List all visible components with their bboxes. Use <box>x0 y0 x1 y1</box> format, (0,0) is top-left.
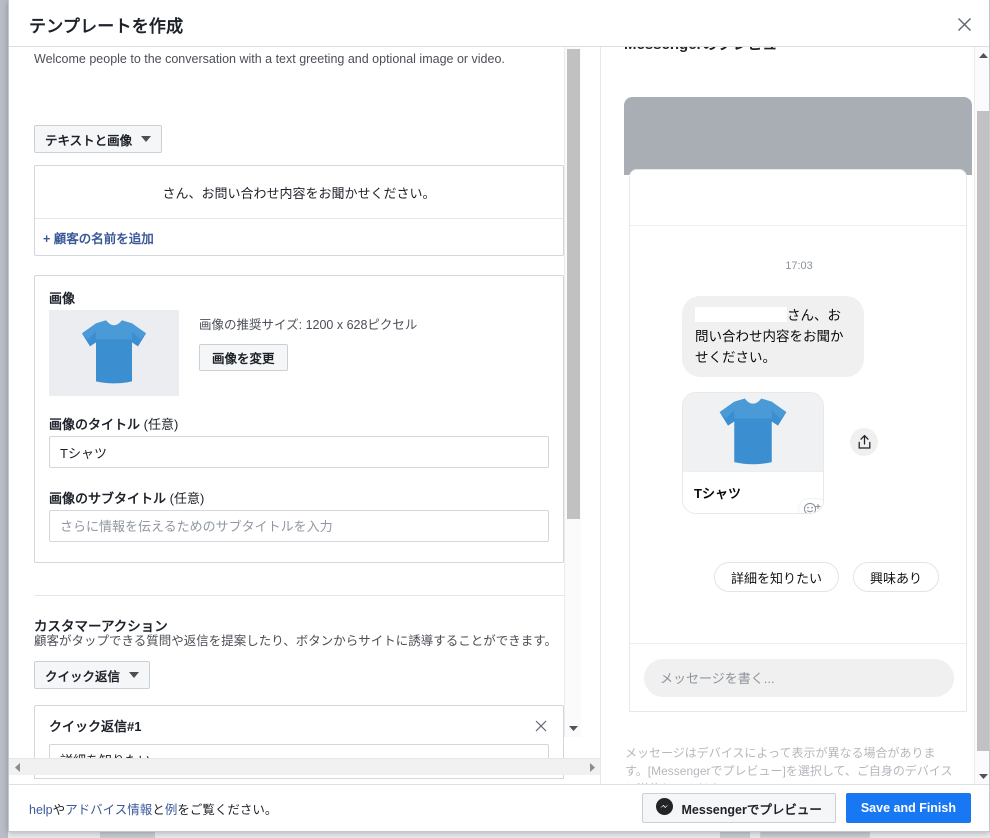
scrollbar-thumb[interactable] <box>977 111 989 751</box>
add-customer-name-row: + 顧客の名前を追加 <box>35 219 563 255</box>
footer-text: と <box>152 803 165 817</box>
editor-panel: Welcome people to the conversation with … <box>9 47 601 785</box>
scroll-right-icon[interactable] <box>584 759 600 776</box>
section-divider <box>34 595 564 596</box>
greeting-box: さん、お問い合わせ内容をお聞かせください。 + 顧客の名前を追加 <box>34 165 564 256</box>
background-left-strip <box>0 0 8 838</box>
messenger-icon <box>655 798 673 818</box>
preview-panel: Messengerのプレビュー 17:03 さん、お問い合わせ内容をお聞かせくだ… <box>602 47 989 785</box>
footer-text: をご覧ください。 <box>177 803 278 817</box>
editor-scroll-content: Welcome people to the conversation with … <box>9 47 581 779</box>
image-section-label: 画像 <box>49 291 76 306</box>
chat-message-bubble: さん、お問い合わせ内容をお聞かせください。 <box>682 296 864 377</box>
scroll-down-icon[interactable] <box>565 720 582 737</box>
image-title-label-main: 画像のタイトル <box>49 417 141 432</box>
quick-reply-chip[interactable]: 詳細を知りたい <box>713 562 839 592</box>
remove-quick-reply-icon[interactable] <box>533 718 549 734</box>
scroll-up-icon[interactable] <box>975 47 989 64</box>
help-link[interactable]: help <box>29 803 53 817</box>
customer-action-type-label: クイック返信 <box>45 669 121 684</box>
preview-title: Messengerのプレビュー <box>624 47 792 54</box>
redacted-name-placeholder <box>695 307 787 322</box>
advice-link[interactable]: アドバイス情報 <box>65 803 152 817</box>
preview-in-messenger-button[interactable]: Messengerでプレビュー <box>641 793 836 823</box>
image-subtitle-input[interactable] <box>49 510 549 542</box>
page-title: テンプレートを作成 <box>29 17 184 36</box>
quick-reply-chip[interactable]: 興味あり <box>853 562 940 592</box>
scrollbar-thumb[interactable] <box>26 761 566 774</box>
image-title-label: 画像のタイトル (任意) <box>49 414 178 433</box>
customer-action-title: カスタマーアクション <box>34 619 168 634</box>
chat-timestamp: 17:03 <box>785 260 813 272</box>
customer-action-type-select[interactable]: クイック返信 <box>34 661 151 689</box>
footer-actions: Messengerでプレビュー Save and Finish <box>641 793 971 823</box>
image-title-input[interactable] <box>49 436 549 468</box>
editor-vertical-scrollbar[interactable] <box>564 47 581 737</box>
phone-preview: 17:03 さん、お問い合わせ内容をお聞かせください。 Tシャツ 詳細を知りたい… <box>624 97 972 717</box>
examples-link[interactable]: 例 <box>165 803 178 817</box>
image-section: 画像 画像の推奨サイズ: 1200 x 628ピクセル 画像を変更 画像のタイト… <box>34 275 564 563</box>
quick-reply-header: クイック返信#1 <box>49 716 549 735</box>
image-subtitle-label-main: 画像のサブタイトル <box>49 491 167 506</box>
image-title-label-optional: (任意) <box>140 417 179 432</box>
image-thumbnail[interactable] <box>49 310 179 396</box>
close-icon[interactable] <box>949 10 979 38</box>
greeting-text[interactable]: さん、お問い合わせ内容をお聞かせください。 <box>35 166 563 218</box>
intro-text: Welcome people to the conversation with … <box>34 52 505 66</box>
create-template-dialog: テンプレートを作成 Welcome people to the conversa… <box>8 0 990 832</box>
add-customer-name-link[interactable]: + 顧客の名前を追加 <box>43 228 154 247</box>
chat-header-strip <box>630 170 966 226</box>
change-image-button[interactable]: 画像を変更 <box>199 344 288 371</box>
message-format-select[interactable]: テキストと画像 <box>34 125 163 153</box>
image-subtitle-label: 画像のサブタイトル (任意) <box>49 488 204 507</box>
chat-composer-input[interactable]: メッセージを書く... <box>644 658 954 697</box>
preview-quick-replies: 詳細を知りたい 興味あり <box>630 562 966 592</box>
dialog-body: Welcome people to the conversation with … <box>9 47 989 796</box>
dialog-footer: helpやアドバイス情報と例をご覧ください。 Messengerでプレビュー S… <box>9 784 989 831</box>
scrollbar-thumb[interactable] <box>567 49 580 519</box>
save-and-finish-button[interactable]: Save and Finish <box>845 793 971 823</box>
scroll-left-icon[interactable] <box>9 759 26 776</box>
dialog-header: テンプレートを作成 <box>9 0 989 47</box>
phone-top-bar <box>624 97 972 175</box>
image-row: 画像の推奨サイズ: 1200 x 628ピクセル 画像を変更 <box>49 310 417 396</box>
chat-attachment-image <box>683 393 823 471</box>
chat-attachment-card[interactable]: Tシャツ <box>682 392 824 514</box>
footer-help-note: helpやアドバイス情報と例をご覧ください。 <box>29 799 277 818</box>
editor-horizontal-scrollbar[interactable] <box>9 758 600 776</box>
chevron-down-icon <box>129 672 140 678</box>
footer-text: や <box>52 803 66 817</box>
message-format-label: テキストと画像 <box>45 133 133 148</box>
customer-action-description: 顧客がタップできる質問や返信を提案したり、ボタンからサイトに誘導することができま… <box>34 634 558 648</box>
quick-reply-title: クイック返信#1 <box>49 719 142 734</box>
image-size-hint: 画像の推奨サイズ: 1200 x 628ピクセル <box>199 318 418 332</box>
scroll-down-icon[interactable] <box>975 768 989 785</box>
chevron-down-icon <box>141 136 152 142</box>
dialog-vertical-scrollbar[interactable] <box>974 47 989 785</box>
phone-screen: 17:03 さん、お問い合わせ内容をお聞かせください。 Tシャツ 詳細を知りたい… <box>629 169 967 712</box>
image-meta: 画像の推奨サイズ: 1200 x 628ピクセル 画像を変更 <box>199 310 417 396</box>
image-subtitle-label-optional: (任意) <box>166 491 205 506</box>
preview-in-messenger-label: Messengerでプレビュー <box>681 802 822 817</box>
share-icon[interactable] <box>850 428 878 456</box>
chat-composer: メッセージを書く... <box>630 643 966 711</box>
add-reaction-icon[interactable] <box>799 499 823 513</box>
